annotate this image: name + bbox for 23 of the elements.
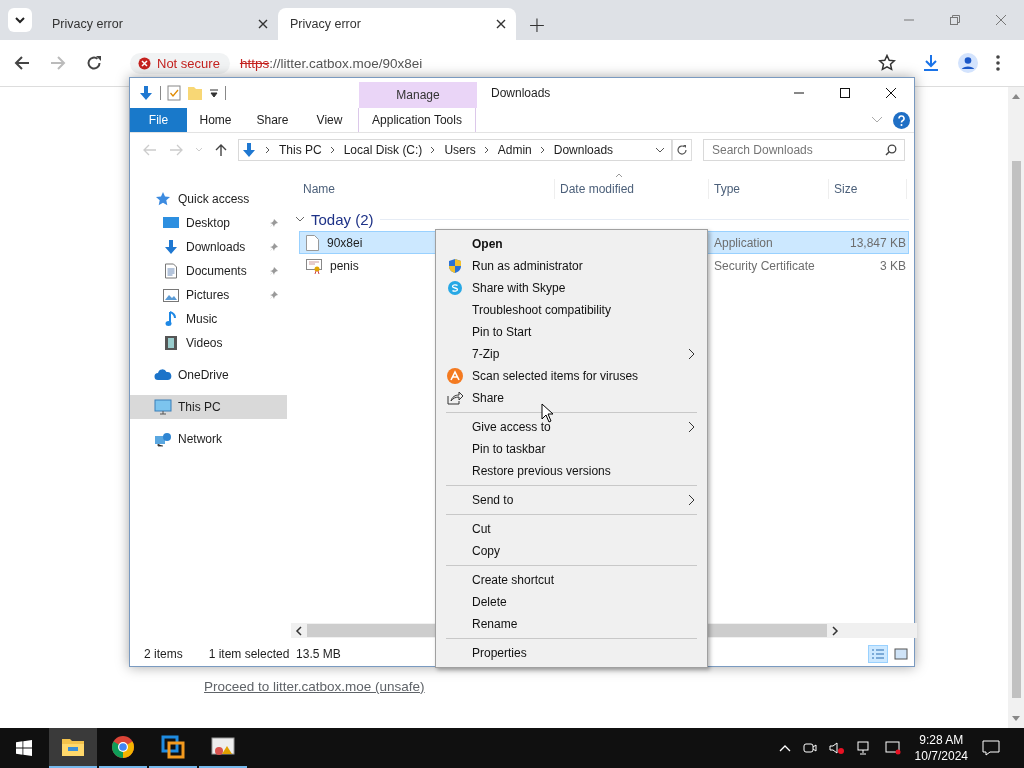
file-name: 90x8ei [327, 235, 363, 250]
nav-label: Music [186, 312, 219, 326]
nav-label: Pictures [186, 288, 231, 302]
clock-time: 9:28 AM [919, 732, 964, 748]
window-title: Downloads [490, 85, 552, 102]
nav-label: Quick access [178, 192, 250, 206]
clock-date: 10/7/2024 [914, 748, 968, 764]
file-type: Security Certificate [713, 257, 816, 275]
item-count: 2 items [144, 647, 183, 661]
nav-label: Videos [186, 336, 224, 350]
nav-label: This PC [178, 400, 221, 414]
file-type: Application [713, 234, 774, 252]
nav-label: Network [178, 432, 222, 446]
nav-label: Documents [186, 264, 248, 278]
selection-info: 1 item selected 13.5 MB [208, 647, 341, 661]
nav-label: Downloads [186, 240, 247, 254]
file-size: 13,847 KB [848, 234, 907, 252]
tab-group-label: Manage [359, 82, 477, 108]
nav-label: OneDrive [178, 368, 229, 382]
url-text: https://litter.catbox.moe/90x8ei [239, 55, 424, 71]
nav-label: Desktop [186, 216, 232, 230]
file-size: 3 KB [879, 257, 907, 275]
file-name: penis [330, 258, 359, 273]
